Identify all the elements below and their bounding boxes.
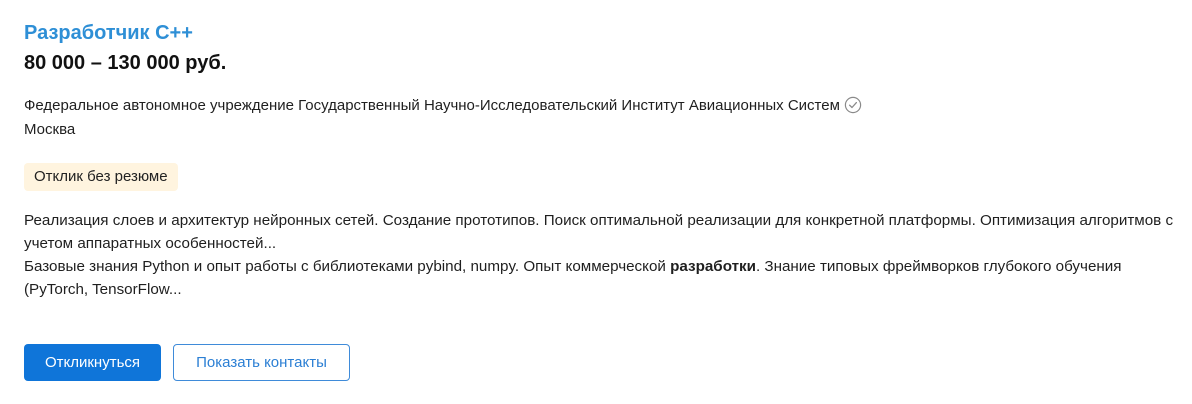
vacancy-description: Реализация слоев и архитектур нейронных … — [24, 209, 1184, 301]
check-circle-icon — [844, 96, 862, 114]
city: Москва — [24, 121, 76, 138]
highlight-keyword: разработки — [670, 258, 756, 275]
vacancy-card: Разработчик С++ 80 000 – 130 000 руб. Фе… — [0, 0, 1192, 404]
show-contacts-button[interactable]: Показать контакты — [173, 344, 350, 381]
salary: 80 000 – 130 000 руб. — [24, 52, 227, 74]
description-requirements: Базовые знания Python и опыт работы с би… — [24, 255, 1184, 301]
employer-name-link[interactable]: Федеральное автономное учреждение Госуда… — [24, 97, 840, 114]
vacancy-title-link[interactable]: Разработчик С++ — [24, 22, 193, 45]
requirements-text-start: Базовые знания Python и опыт работы с би… — [24, 258, 671, 275]
no-resume-badge: Отклик без резюме — [24, 163, 178, 191]
description-responsibilities: Реализация слоев и архитектур нейронных … — [24, 212, 1174, 252]
employer-row: Федеральное автономное учреждение Госуда… — [24, 96, 862, 114]
respond-button[interactable]: Откликнуться — [24, 344, 161, 381]
